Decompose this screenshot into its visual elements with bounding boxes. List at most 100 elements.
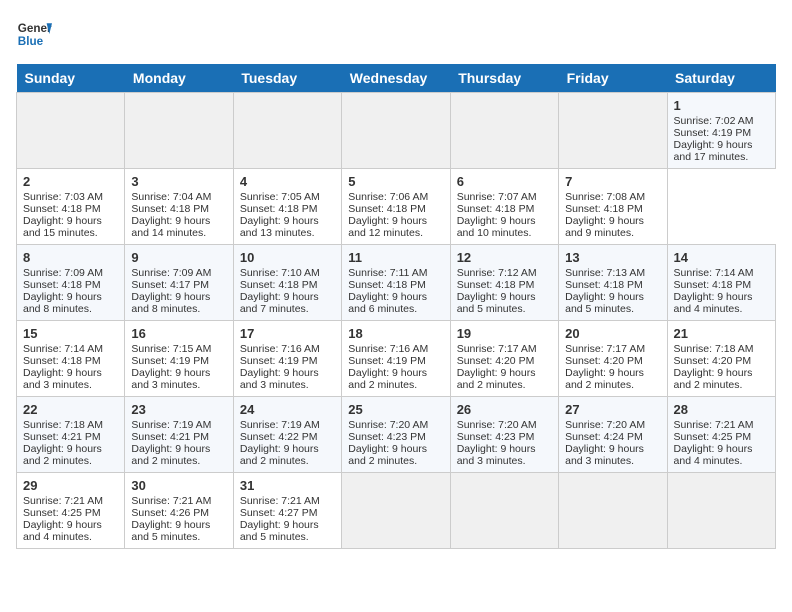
calendar-cell: 17 Sunrise: 7:16 AM Sunset: 4:19 PM Dayl… [233,321,341,397]
daylight-label: Daylight: 9 hours and 2 minutes. [348,367,427,391]
sunrise-label: Sunrise: 7:21 AM [23,495,103,507]
header-thursday: Thursday [450,64,558,93]
calendar-cell: 11 Sunrise: 7:11 AM Sunset: 4:18 PM Dayl… [342,245,450,321]
daylight-label: Daylight: 9 hours and 3 minutes. [240,367,319,391]
daylight-label: Daylight: 9 hours and 5 minutes. [457,291,536,315]
sunset-label: Sunset: 4:18 PM [674,279,752,291]
day-number: 5 [348,174,443,189]
daylight-label: Daylight: 9 hours and 3 minutes. [457,443,536,467]
daylight-label: Daylight: 9 hours and 5 minutes. [565,291,644,315]
day-number: 3 [131,174,226,189]
sunset-label: Sunset: 4:18 PM [23,203,101,215]
calendar-cell: 31 Sunrise: 7:21 AM Sunset: 4:27 PM Dayl… [233,473,341,549]
sunrise-label: Sunrise: 7:10 AM [240,267,320,279]
sunrise-label: Sunrise: 7:13 AM [565,267,645,279]
day-number: 21 [674,326,769,341]
daylight-label: Daylight: 9 hours and 3 minutes. [23,367,102,391]
sunset-label: Sunset: 4:27 PM [240,507,318,519]
sunrise-label: Sunrise: 7:09 AM [131,267,211,279]
sunset-label: Sunset: 4:18 PM [23,355,101,367]
day-number: 10 [240,250,335,265]
sunrise-label: Sunrise: 7:20 AM [457,419,537,431]
week-row-1: 1 Sunrise: 7:02 AM Sunset: 4:19 PM Dayli… [17,93,776,169]
sunrise-label: Sunrise: 7:19 AM [131,419,211,431]
calendar-cell [667,473,775,549]
daylight-label: Daylight: 9 hours and 4 minutes. [674,291,753,315]
sunset-label: Sunset: 4:18 PM [565,279,643,291]
day-number: 1 [674,98,769,113]
week-row-2: 2 Sunrise: 7:03 AM Sunset: 4:18 PM Dayli… [17,169,776,245]
sunrise-label: Sunrise: 7:07 AM [457,191,537,203]
sunrise-label: Sunrise: 7:16 AM [240,343,320,355]
week-row-6: 29 Sunrise: 7:21 AM Sunset: 4:25 PM Dayl… [17,473,776,549]
day-number: 6 [457,174,552,189]
sunset-label: Sunset: 4:18 PM [457,203,535,215]
calendar-cell [450,93,558,169]
calendar-cell: 7 Sunrise: 7:08 AM Sunset: 4:18 PM Dayli… [559,169,667,245]
day-number: 4 [240,174,335,189]
daylight-label: Daylight: 9 hours and 5 minutes. [240,519,319,543]
calendar-cell: 23 Sunrise: 7:19 AM Sunset: 4:21 PM Dayl… [125,397,233,473]
week-row-5: 22 Sunrise: 7:18 AM Sunset: 4:21 PM Dayl… [17,397,776,473]
calendar-cell: 28 Sunrise: 7:21 AM Sunset: 4:25 PM Dayl… [667,397,775,473]
sunset-label: Sunset: 4:18 PM [348,203,426,215]
sunrise-label: Sunrise: 7:02 AM [674,115,754,127]
header-saturday: Saturday [667,64,775,93]
calendar-cell: 8 Sunrise: 7:09 AM Sunset: 4:18 PM Dayli… [17,245,125,321]
calendar-cell [342,93,450,169]
calendar-cell: 20 Sunrise: 7:17 AM Sunset: 4:20 PM Dayl… [559,321,667,397]
day-number: 20 [565,326,660,341]
calendar-cell: 25 Sunrise: 7:20 AM Sunset: 4:23 PM Dayl… [342,397,450,473]
daylight-label: Daylight: 9 hours and 6 minutes. [348,291,427,315]
sunset-label: Sunset: 4:18 PM [23,279,101,291]
daylight-label: Daylight: 9 hours and 3 minutes. [565,443,644,467]
sunset-label: Sunset: 4:19 PM [131,355,209,367]
sunrise-label: Sunrise: 7:03 AM [23,191,103,203]
calendar-cell [125,93,233,169]
day-number: 12 [457,250,552,265]
day-number: 23 [131,402,226,417]
sunrise-label: Sunrise: 7:21 AM [674,419,754,431]
day-number: 13 [565,250,660,265]
calendar-cell: 12 Sunrise: 7:12 AM Sunset: 4:18 PM Dayl… [450,245,558,321]
calendar-cell: 29 Sunrise: 7:21 AM Sunset: 4:25 PM Dayl… [17,473,125,549]
calendar-cell: 3 Sunrise: 7:04 AM Sunset: 4:18 PM Dayli… [125,169,233,245]
daylight-label: Daylight: 9 hours and 2 minutes. [23,443,102,467]
sunset-label: Sunset: 4:18 PM [131,203,209,215]
week-row-3: 8 Sunrise: 7:09 AM Sunset: 4:18 PM Dayli… [17,245,776,321]
header-tuesday: Tuesday [233,64,341,93]
sunrise-label: Sunrise: 7:14 AM [23,343,103,355]
calendar-cell: 15 Sunrise: 7:14 AM Sunset: 4:18 PM Dayl… [17,321,125,397]
sunrise-label: Sunrise: 7:17 AM [565,343,645,355]
daylight-label: Daylight: 9 hours and 8 minutes. [131,291,210,315]
sunset-label: Sunset: 4:18 PM [457,279,535,291]
sunset-label: Sunset: 4:23 PM [457,431,535,443]
daylight-label: Daylight: 9 hours and 2 minutes. [674,367,753,391]
day-number: 19 [457,326,552,341]
sunset-label: Sunset: 4:25 PM [674,431,752,443]
daylight-label: Daylight: 9 hours and 12 minutes. [348,215,427,239]
sunrise-label: Sunrise: 7:19 AM [240,419,320,431]
sunrise-label: Sunrise: 7:09 AM [23,267,103,279]
day-number: 28 [674,402,769,417]
svg-text:Blue: Blue [18,35,44,48]
calendar-cell: 5 Sunrise: 7:06 AM Sunset: 4:18 PM Dayli… [342,169,450,245]
sunrise-label: Sunrise: 7:21 AM [240,495,320,507]
day-number: 7 [565,174,660,189]
sunset-label: Sunset: 4:17 PM [131,279,209,291]
sunset-label: Sunset: 4:23 PM [348,431,426,443]
calendar-cell [559,473,667,549]
sunset-label: Sunset: 4:18 PM [348,279,426,291]
calendar-cell: 6 Sunrise: 7:07 AM Sunset: 4:18 PM Dayli… [450,169,558,245]
sunset-label: Sunset: 4:19 PM [348,355,426,367]
calendar-cell: 22 Sunrise: 7:18 AM Sunset: 4:21 PM Dayl… [17,397,125,473]
header-wednesday: Wednesday [342,64,450,93]
day-number: 29 [23,478,118,493]
sunrise-label: Sunrise: 7:06 AM [348,191,428,203]
calendar-cell: 21 Sunrise: 7:18 AM Sunset: 4:20 PM Dayl… [667,321,775,397]
header-sunday: Sunday [17,64,125,93]
calendar-cell [450,473,558,549]
daylight-label: Daylight: 9 hours and 2 minutes. [240,443,319,467]
daylight-label: Daylight: 9 hours and 9 minutes. [565,215,644,239]
day-number: 8 [23,250,118,265]
